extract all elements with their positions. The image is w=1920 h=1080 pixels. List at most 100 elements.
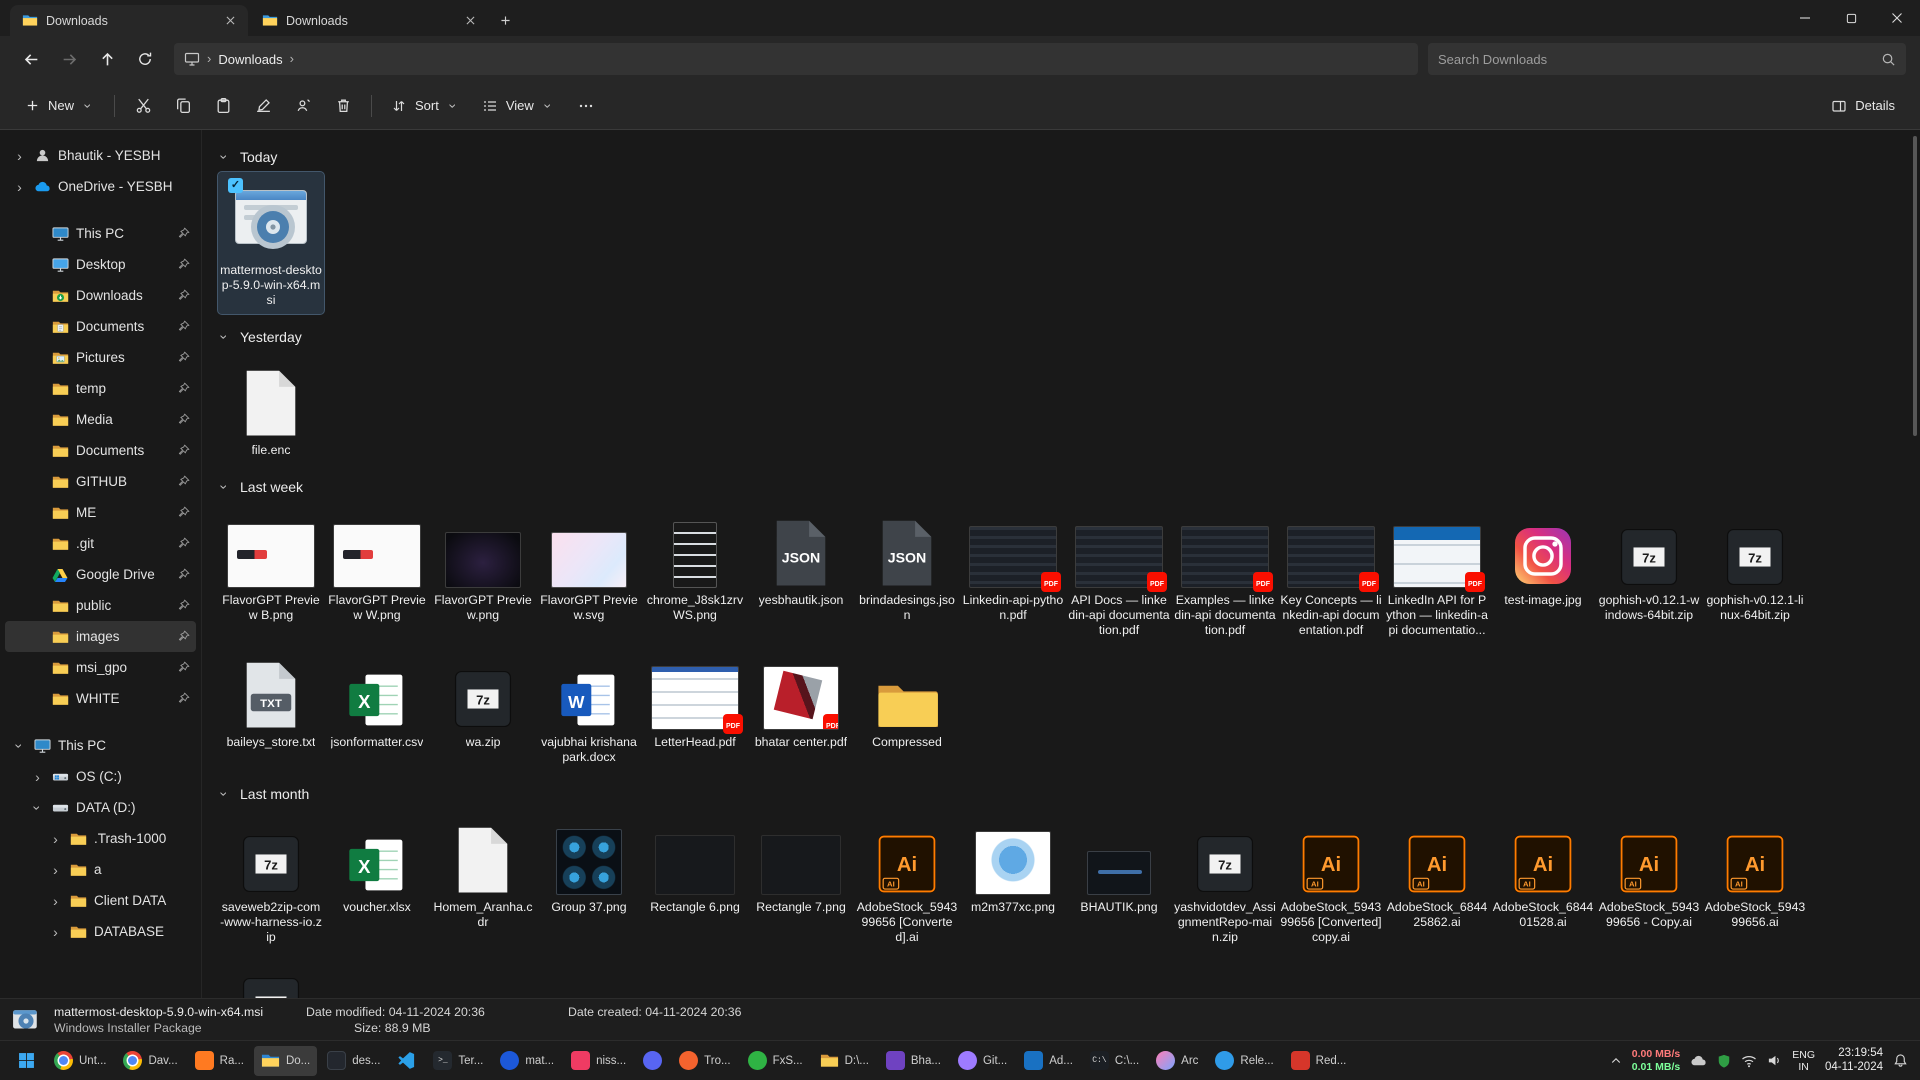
delete-button[interactable] — [323, 88, 363, 124]
file-tile-api-docs-linkedin-api-documentation-pdf[interactable]: PDFAPI Docs — linkedin-api documentation… — [1066, 502, 1172, 644]
notifications-bell-icon[interactable] — [1893, 1053, 1908, 1068]
file-tile-homem-aranha-cdr[interactable]: Homem_Aranha.cdr — [430, 809, 536, 936]
new-tab-button[interactable] — [490, 5, 520, 35]
file-tile-vajubhai-krishanapark-docx[interactable]: Wvajubhai krishanapark.docx — [536, 644, 642, 771]
refresh-button[interactable] — [126, 42, 164, 76]
close-button[interactable] — [1874, 0, 1920, 36]
new-button[interactable]: New › — [14, 88, 106, 124]
onedrive-cloud-icon[interactable] — [1690, 1052, 1707, 1069]
details-button[interactable]: Details — [1820, 88, 1906, 124]
sidebar-item-downloads[interactable]: Downloads — [5, 280, 196, 311]
sidebar-item-github[interactable]: GITHUB — [5, 466, 196, 497]
file-tile-rectangle-6-png[interactable]: Rectangle 6.png — [642, 809, 748, 921]
file-tile-test-image-jpg[interactable]: test-image.jpg — [1490, 502, 1596, 614]
wifi-icon[interactable] — [1741, 1053, 1757, 1069]
taskbar-app-c[interactable]: C:\C:\... — [1083, 1046, 1146, 1076]
file-tile-adobestock-594399656-converted-ai[interactable]: AiAIAdobeStock_594399656 [Converted].ai — [854, 809, 960, 951]
share-button[interactable] — [283, 88, 323, 124]
taskbar-app-mat[interactable]: mat... — [493, 1046, 561, 1076]
more-options-button[interactable] — [566, 88, 606, 124]
taskbar-app-rele[interactable]: Rele... — [1208, 1046, 1280, 1076]
expand-chevron-icon[interactable]: › — [13, 149, 26, 163]
taskbar-app-dav[interactable]: Dav... — [116, 1046, 184, 1076]
file-tile-flavorgpt-preview-png[interactable]: FlavorGPT Preview.png — [430, 502, 536, 629]
up-button[interactable] — [88, 42, 126, 76]
sidebar-item-white[interactable]: WHITE — [5, 683, 196, 714]
taskbar-app-des[interactable]: des... — [320, 1046, 387, 1076]
sidebar-item-public[interactable]: public — [5, 590, 196, 621]
file-tile-adobestock-594399656-converted-copy-ai[interactable]: AiAIAdobeStock_594399656 [Converted] cop… — [1278, 809, 1384, 951]
search-icon[interactable] — [1881, 52, 1896, 67]
taskbar-app-arc[interactable]: Arc — [1149, 1046, 1205, 1076]
file-tile-linkedin-api-python-pdf[interactable]: PDFLinkedin-api-python.pdf — [960, 502, 1066, 629]
sidebar-item-os-c[interactable]: ›OS (C:) — [5, 761, 196, 792]
file-tile-bhautik-png[interactable]: BHAUTIK.png — [1066, 809, 1172, 921]
file-tile-wa-zip[interactable]: 7zwa.zip — [430, 644, 536, 756]
sidebar-item-pictures[interactable]: Pictures — [5, 342, 196, 373]
breadcrumb-separator-icon[interactable]: › — [290, 51, 294, 66]
collapse-chevron-icon[interactable]: › — [218, 481, 232, 494]
file-tile-rectangle-7-png[interactable]: Rectangle 7.png — [748, 809, 854, 921]
sidebar-item-documents[interactable]: Documents — [5, 311, 196, 342]
sidebar-item-trash-1000[interactable]: ›.Trash-1000 — [5, 823, 196, 854]
sidebar-item-data-d[interactable]: ›DATA (D:) — [5, 792, 196, 823]
copy-button[interactable] — [163, 88, 203, 124]
file-tile-compressed[interactable]: Compressed — [854, 644, 960, 756]
file-tile-flavorgpt-preview-w-png[interactable]: FlavorGPT Preview W.png — [324, 502, 430, 629]
vertical-scrollbar[interactable] — [1910, 136, 1919, 992]
taskbar-app-fxs[interactable]: FxS... — [741, 1046, 810, 1076]
file-tile-saveweb2zip-com-www-harness-io-zip[interactable]: 7zsaveweb2zip-com-www-harness-io.zip — [218, 809, 324, 951]
file-tile-voucher-xlsx[interactable]: Xvoucher.xlsx — [324, 809, 430, 921]
taskbar-app-ad[interactable]: Ad... — [1017, 1046, 1080, 1076]
sidebar-item-documents[interactable]: Documents — [5, 435, 196, 466]
taskbar-app-red[interactable]: Red... — [1284, 1046, 1354, 1076]
file-tile-mattermost-desktop-5-9-0-win-x64-msi[interactable]: mattermost-desktop-5.9.0-win-x64.msi✓ — [218, 172, 324, 314]
breadcrumb-downloads[interactable]: Downloads — [218, 52, 282, 67]
sidebar-item-database[interactable]: ›DATABASE — [5, 916, 196, 947]
file-tile-linkedin-api-for-python-linkedin-api-documentatio[interactable]: PDFLinkedIn API for Python — linkedin-ap… — [1384, 502, 1490, 644]
taskbar-app-unt[interactable]: Unt... — [47, 1046, 113, 1076]
tab-downloads-active[interactable]: Downloads — [10, 5, 248, 36]
sidebar-item-temp[interactable]: temp — [5, 373, 196, 404]
sidebar-item-git[interactable]: .git — [5, 528, 196, 559]
sidebar-item-this-pc[interactable]: ›This PC — [5, 730, 196, 761]
tab-downloads-inactive[interactable]: Downloads — [250, 5, 488, 36]
group-header-last-week[interactable]: ›Last week — [218, 472, 1910, 502]
expand-chevron-icon[interactable]: › — [13, 739, 27, 752]
file-tile-bhatar-center-pdf[interactable]: PDFbhatar center.pdf — [748, 644, 854, 756]
taskbar-app-ra[interactable]: Ra... — [188, 1046, 251, 1076]
selection-checkbox[interactable]: ✓ — [228, 178, 243, 193]
expand-chevron-icon[interactable]: › — [13, 180, 26, 194]
taskbar-app-vscode[interactable] — [390, 1046, 423, 1076]
file-tile-adobestock-684425862-ai[interactable]: AiAIAdobeStock_684425862.ai — [1384, 809, 1490, 936]
file-tile-yesbhautik-json[interactable]: JSONyesbhautik.json — [748, 502, 854, 614]
file-tile-gophish-v0-12-1-windows-64bit-zip[interactable]: 7zgophish-v0.12.1-windows-64bit.zip — [1596, 502, 1702, 629]
paste-button[interactable] — [203, 88, 243, 124]
file-tile-adobestock-594399656-ai[interactable]: AiAIAdobeStock_594399656.ai — [1702, 809, 1808, 936]
expand-chevron-icon[interactable]: › — [49, 925, 62, 939]
taskbar-app-discord[interactable] — [636, 1046, 669, 1076]
file-tile-key-concepts-linkedin-api-documentation-pdf[interactable]: PDFKey Concepts — linkedin-api documenta… — [1278, 502, 1384, 644]
search-box[interactable] — [1428, 43, 1906, 75]
start-button[interactable] — [8, 1046, 44, 1076]
security-shield-icon[interactable] — [1717, 1054, 1731, 1068]
sidebar-item-onedrive-yesbh[interactable]: ›OneDrive - YESBH — [5, 171, 196, 202]
tab-close-icon[interactable] — [221, 11, 240, 30]
expand-chevron-icon[interactable]: › — [49, 832, 62, 846]
taskbar-app-tro[interactable]: Tro... — [672, 1046, 737, 1076]
file-tile-adobestock-594399656-copy-ai[interactable]: AiAIAdobeStock_594399656 - Copy.ai — [1596, 809, 1702, 936]
file-tile-yashvidotdev-assignmentrepo-main-zip[interactable]: 7zyashvidotdev_AssignmentRepo-main.zip — [1172, 809, 1278, 951]
taskbar-app-d[interactable]: D:\... — [813, 1046, 876, 1076]
sidebar-item-bhautik-yesbh[interactable]: ›Bhautik - YESBH — [5, 140, 196, 171]
clock-widget[interactable]: 23:19:54 04-11-2024 — [1825, 1047, 1883, 1074]
minimize-button[interactable] — [1782, 0, 1828, 36]
sidebar-item-images[interactable]: images — [5, 621, 196, 652]
sidebar-item-a[interactable]: ›a — [5, 854, 196, 885]
taskbar-app-niss[interactable]: niss... — [564, 1046, 633, 1076]
volume-icon[interactable] — [1767, 1053, 1782, 1068]
expand-chevron-icon[interactable]: › — [31, 770, 44, 784]
cut-button[interactable] — [123, 88, 163, 124]
collapse-chevron-icon[interactable]: › — [218, 331, 232, 344]
sidebar-item-client-data[interactable]: ›Client DATA — [5, 885, 196, 916]
back-button[interactable] — [12, 42, 50, 76]
